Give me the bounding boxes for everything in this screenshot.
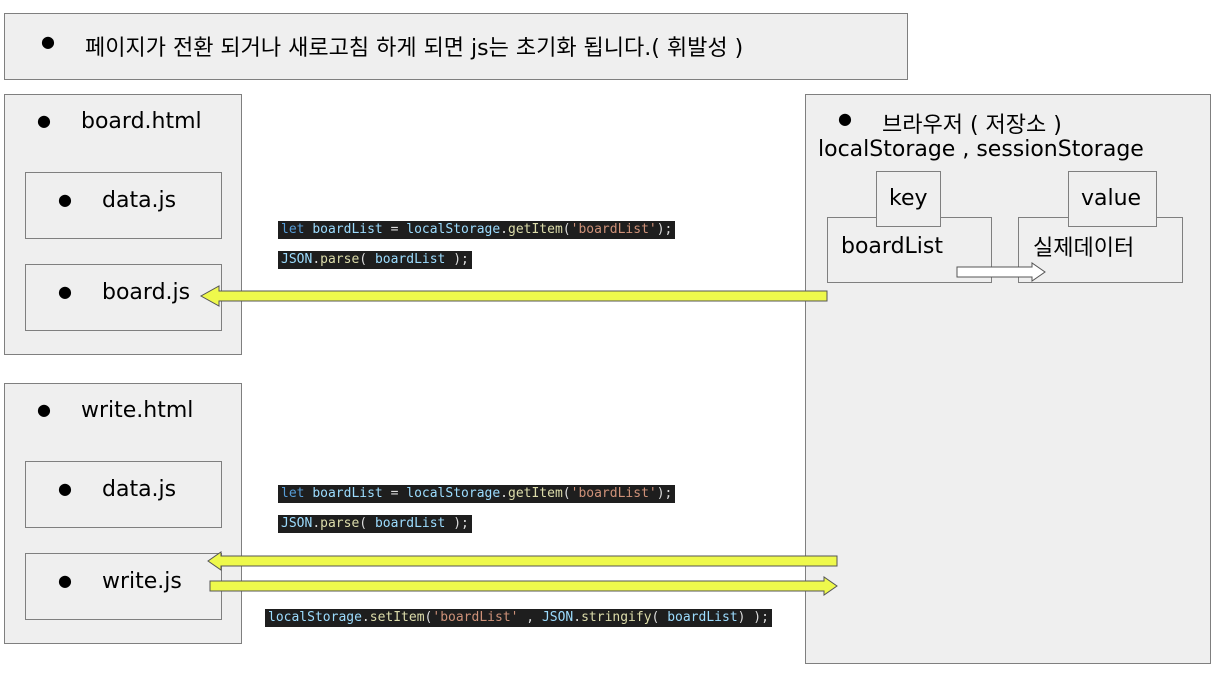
arrow-write-js-to-storage — [209, 576, 838, 596]
arrows-layer — [199, 262, 1046, 596]
arrow-storage-to-write-js — [207, 551, 838, 571]
arrow-key-to-value — [956, 262, 1046, 282]
arrow-storage-to-board-js — [199, 285, 828, 307]
